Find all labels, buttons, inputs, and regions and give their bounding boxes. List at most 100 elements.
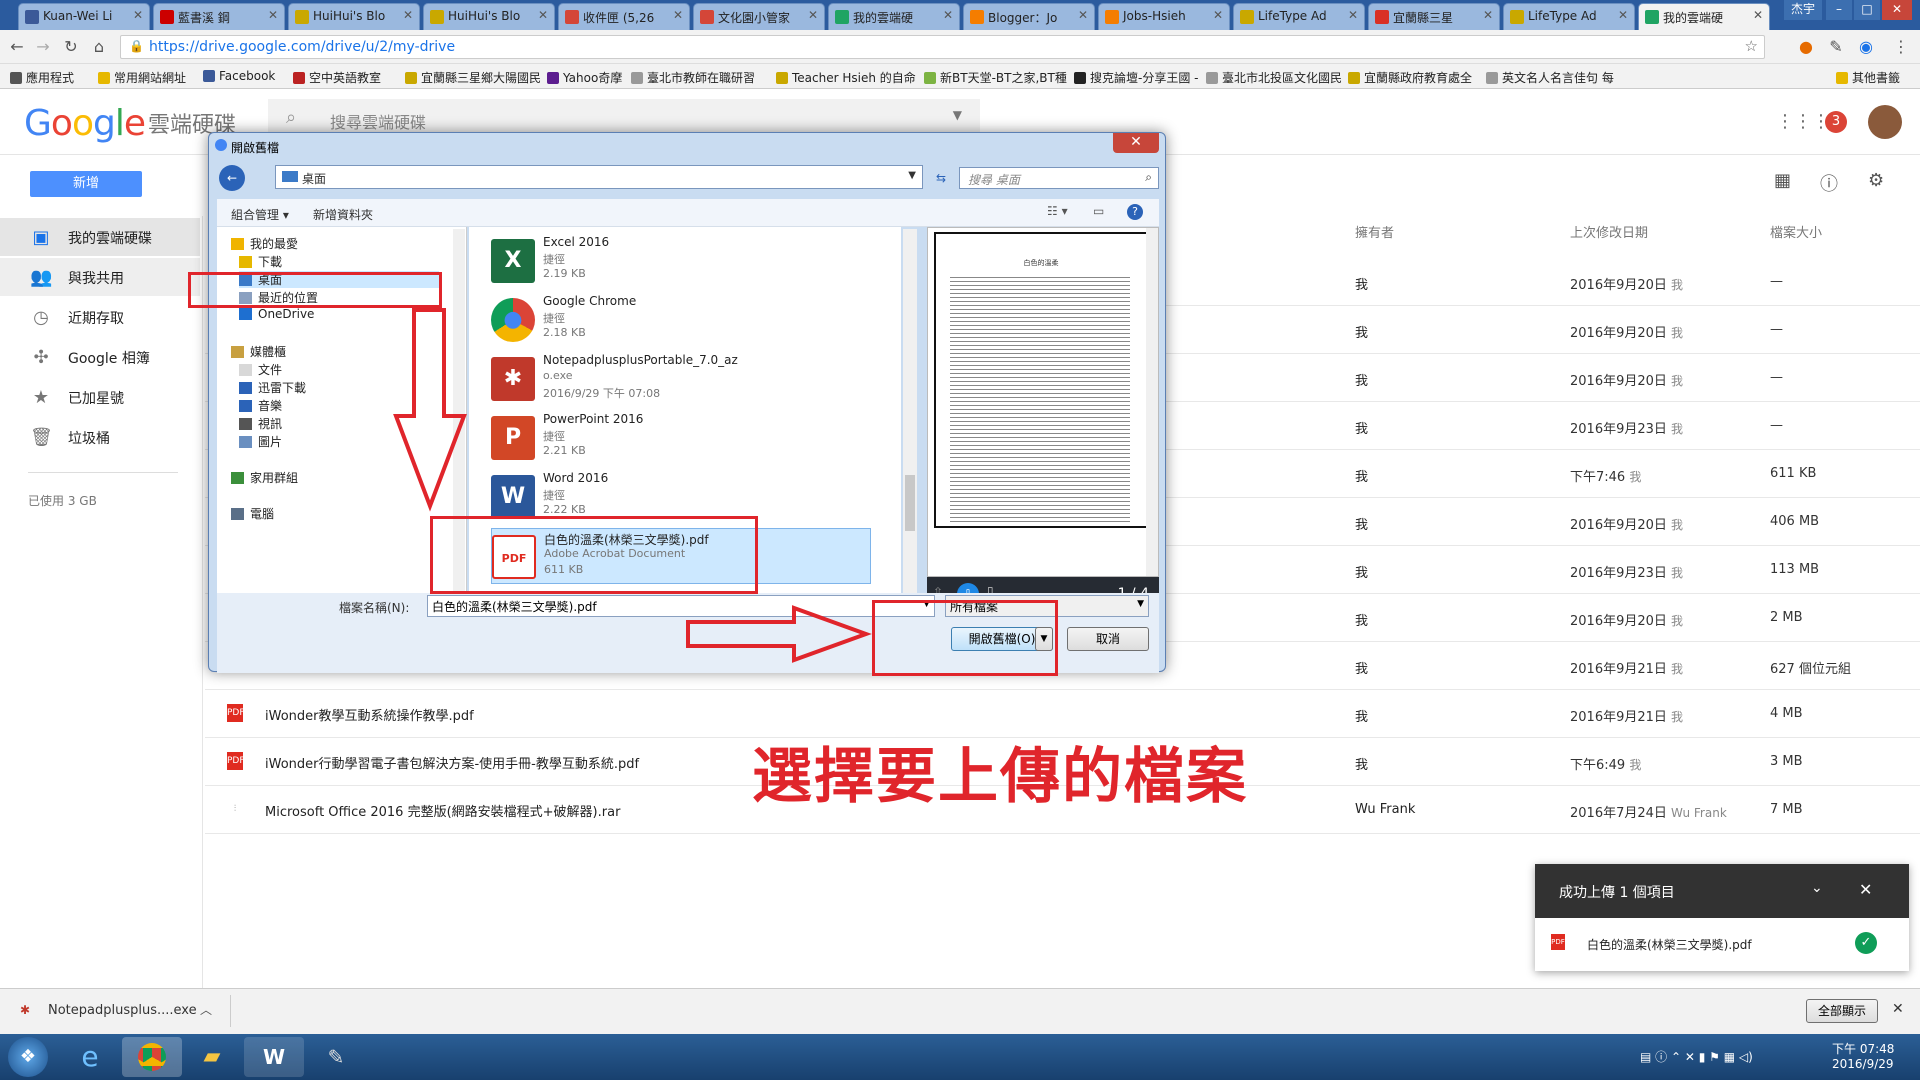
preview-scrollbar[interactable]: [1146, 228, 1158, 576]
tree-item[interactable]: 文件: [239, 361, 282, 378]
close-tab-icon[interactable]: ✕: [1078, 8, 1088, 22]
file-item[interactable]: ✱ NotepadplusplusPortable_7.0_az o.exe 2016…: [491, 351, 871, 407]
start-button[interactable]: ❖: [8, 1037, 48, 1077]
ie-icon[interactable]: e: [60, 1037, 120, 1077]
bookmark-item[interactable]: 臺北市北投區文化國民: [1206, 69, 1342, 86]
bookmark-item[interactable]: 宜蘭縣三星鄉大陽國民: [405, 69, 541, 86]
extension-icon[interactable]: ●: [1795, 36, 1817, 58]
collapse-icon[interactable]: ⌄: [1811, 880, 1823, 896]
close-icon[interactable]: ✕: [1859, 880, 1872, 899]
close-icon[interactable]: ✕: [1892, 1001, 1904, 1017]
menu-icon[interactable]: ⋮: [1890, 36, 1912, 58]
other-bookmarks[interactable]: 其他書籤: [1836, 69, 1900, 86]
new-folder-button[interactable]: 新增資料夾: [313, 206, 373, 223]
help-icon[interactable]: ?: [1127, 204, 1143, 220]
maximize-button[interactable]: □: [1854, 0, 1880, 20]
tree-item[interactable]: 視訊: [239, 415, 282, 432]
browser-tab[interactable]: 藍書溪 鋼 ✕: [153, 3, 285, 30]
folder-icon[interactable]: ▰: [182, 1037, 242, 1077]
avatar[interactable]: [1868, 105, 1902, 139]
close-tab-icon[interactable]: ✕: [943, 8, 953, 22]
clock-date[interactable]: 2016/9/29: [1832, 1057, 1894, 1071]
sidebar-item-starred[interactable]: ★ 已加星號: [0, 378, 200, 416]
view-options-icon[interactable]: ☷ ▾: [1047, 204, 1068, 218]
bookmark-item[interactable]: 英文名人名言佳句 每: [1486, 69, 1614, 86]
file-scrollbar[interactable]: [903, 229, 917, 625]
close-tab-icon[interactable]: ✕: [538, 8, 548, 22]
cancel-button[interactable]: 取消: [1067, 627, 1149, 651]
settings-icon[interactable]: ⚙: [1868, 170, 1884, 191]
dialog-search-input[interactable]: 搜尋 桌面 ⌕: [959, 167, 1159, 189]
apps-grid-icon[interactable]: ⋮⋮⋮: [1776, 111, 1830, 132]
browser-tab[interactable]: HuiHui's Blo ✕: [423, 3, 555, 30]
bookmark-item[interactable]: Teacher Hsieh 的自命: [776, 69, 916, 86]
location-bar[interactable]: 桌面 ▼: [275, 165, 923, 189]
tree-item[interactable]: 家用群組: [231, 469, 298, 486]
tree-item[interactable]: 圖片: [239, 433, 282, 450]
browser-tab[interactable]: 收件匣 (5,26 ✕: [558, 3, 690, 30]
back-icon[interactable]: ←: [6, 36, 28, 58]
scroll-thumb[interactable]: [905, 475, 915, 531]
tree-item[interactable]: 下載: [239, 253, 282, 270]
close-tab-icon[interactable]: ✕: [1213, 8, 1223, 22]
bookmark-item[interactable]: 空中英語教室: [293, 69, 381, 86]
organize-button[interactable]: 組合管理 ▾: [231, 206, 289, 223]
bookmark-item[interactable]: Yahoo奇摩: [547, 69, 622, 86]
info-icon[interactable]: ⓘ: [1820, 170, 1838, 196]
browser-tab[interactable]: 宜蘭縣三星 ✕: [1368, 3, 1500, 30]
tree-item[interactable]: 媒體櫃: [231, 343, 286, 360]
search-options-icon[interactable]: ▼: [953, 108, 962, 122]
tree-item[interactable]: 我的最愛: [231, 235, 298, 252]
tree-item[interactable]: OneDrive: [239, 307, 314, 321]
close-tab-icon[interactable]: ✕: [1348, 8, 1358, 22]
word-icon[interactable]: W: [244, 1037, 304, 1077]
sidebar-item-my-drive[interactable]: ▣ 我的雲端硬碟: [0, 218, 200, 256]
forward-icon[interactable]: →: [32, 36, 54, 58]
column-size[interactable]: 檔案大小: [1770, 222, 1822, 241]
close-tab-icon[interactable]: ✕: [1618, 8, 1628, 22]
preview-pane-icon[interactable]: ▭: [1093, 204, 1104, 218]
home-icon[interactable]: ⌂: [88, 36, 110, 58]
bookmark-item[interactable]: 新BT天堂-BT之家,BT種: [924, 69, 1067, 86]
tree-item[interactable]: 音樂: [239, 397, 282, 414]
sidebar-item-shared[interactable]: 👥 與我共用: [0, 258, 200, 296]
user-profile-button[interactable]: 杰宇: [1784, 0, 1822, 20]
close-tab-icon[interactable]: ✕: [673, 8, 683, 22]
star-icon[interactable]: ☆: [1745, 37, 1758, 55]
extension-icon[interactable]: ✎: [1825, 36, 1847, 58]
sidebar-item-recent[interactable]: ◷ 近期存取: [0, 298, 200, 336]
browser-tab[interactable]: Jobs-Hsieh ✕: [1098, 3, 1230, 30]
new-button[interactable]: 新增: [30, 171, 142, 197]
clock-time[interactable]: 下午 07:48: [1832, 1040, 1894, 1057]
minimize-button[interactable]: –: [1826, 0, 1852, 20]
browser-tab[interactable]: 我的雲端硬 ✕: [828, 3, 960, 30]
sidebar-item-photos[interactable]: ✣ Google 相簿: [0, 338, 200, 376]
show-all-button[interactable]: 全部顯示: [1806, 999, 1878, 1023]
chevron-down-icon[interactable]: ▼: [908, 170, 916, 181]
window-close-button[interactable]: ✕: [1882, 0, 1912, 20]
toast-file-name[interactable]: 白色的溫柔(林榮三文學獎).pdf: [1587, 936, 1752, 953]
sidebar-item-trash[interactable]: 🗑 垃圾桶: [0, 418, 200, 456]
address-bar[interactable]: 🔒 https://drive.google.com/drive/u/2/my-…: [120, 35, 1765, 59]
bookmark-item[interactable]: 宜蘭縣政府教育處全: [1348, 69, 1472, 86]
dialog-close-button[interactable]: ✕: [1113, 133, 1159, 153]
close-tab-icon[interactable]: ✕: [808, 8, 818, 22]
tray-icons[interactable]: ▤ ⓘ ⌃ ✕ ▮ ⚑ ▦ ◁): [1640, 1048, 1753, 1065]
bookmark-item[interactable]: 搜克論壇-分享王國 -: [1074, 69, 1198, 86]
close-tab-icon[interactable]: ✕: [1483, 8, 1493, 22]
close-tab-icon[interactable]: ✕: [403, 8, 413, 22]
close-tab-icon[interactable]: ✕: [1753, 8, 1763, 22]
browser-tab[interactable]: LifeType Ad ✕: [1233, 3, 1365, 30]
bookmark-item[interactable]: 應用程式: [10, 69, 74, 86]
bookmark-item[interactable]: Facebook: [203, 69, 275, 83]
column-modified[interactable]: 上次修改日期: [1570, 222, 1648, 241]
notifications-badge[interactable]: 3: [1825, 111, 1847, 133]
tree-item[interactable]: 電腦: [231, 505, 274, 522]
file-item[interactable]: ● Google Chrome 捷徑 2.18 KB: [491, 292, 871, 348]
bookmark-item[interactable]: 常用網站網址: [98, 69, 186, 86]
chevron-up-icon[interactable]: ︿: [200, 1001, 212, 1018]
browser-tab[interactable]: LifeType Ad ✕: [1503, 3, 1635, 30]
refresh-icon[interactable]: ⇆: [929, 167, 953, 189]
tree-item[interactable]: 迅雷下載: [239, 379, 306, 396]
close-tab-icon[interactable]: ✕: [133, 8, 143, 22]
